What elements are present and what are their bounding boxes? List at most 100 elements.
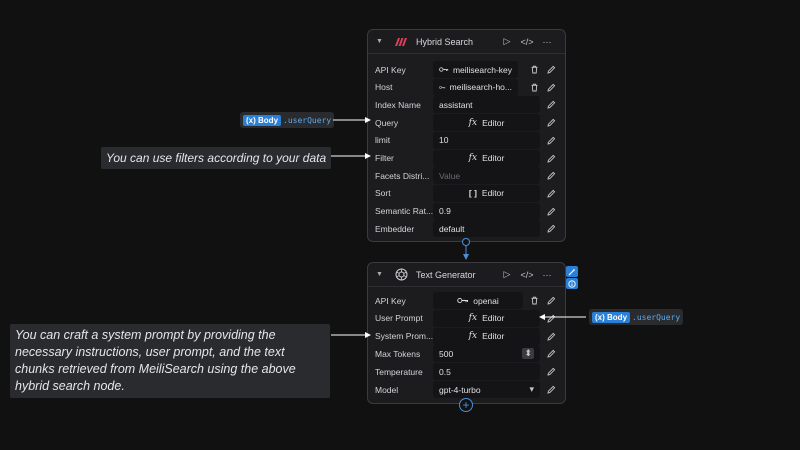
hybrid-filter-field[interactable]: fx Editor (433, 149, 540, 167)
field-value: 500 (439, 348, 454, 359)
edit-pencil-icon[interactable] (544, 329, 558, 343)
meilisearch-logo-icon (394, 35, 408, 49)
text-api-key-field[interactable]: openai (433, 292, 523, 309)
code-button[interactable]: </> (517, 37, 537, 47)
field-label: System Prom... (375, 331, 433, 342)
edit-pencil-icon[interactable] (544, 222, 558, 236)
text-system-prompt-field[interactable]: fx Editor (433, 327, 540, 345)
hybrid-row-api-key: API Key meilisearch-key (368, 61, 565, 78)
array-icon: [ ] (468, 188, 477, 199)
run-button[interactable]: ▷ (497, 36, 517, 47)
text-generator-node[interactable]: ▼ Text Generator ▷ </> ··· API Key openai… (367, 262, 566, 404)
field-value: Editor (482, 313, 505, 324)
edit-pencil-icon[interactable] (544, 63, 558, 77)
field-value: meilisearch-key (452, 64, 512, 75)
hybrid-embedder-field[interactable]: default (433, 220, 540, 238)
hybrid-row-embedder: Embedder default (368, 220, 565, 238)
field-value: 0.9 (439, 206, 451, 217)
chevron-down-icon[interactable]: ▾ (529, 384, 534, 395)
edit-pencil-icon[interactable] (544, 169, 558, 183)
field-value: gpt-4-turbo (439, 384, 481, 395)
field-value: Editor (482, 331, 505, 342)
variable-chip: (x) Body (243, 114, 282, 126)
more-button[interactable]: ··· (537, 37, 557, 47)
field-label: Facets Distri... (375, 170, 430, 181)
delete-icon[interactable] (527, 294, 541, 308)
hybrid-row-sort: Sort [ ] Editor (368, 184, 565, 202)
hybrid-semantic-ratio-field[interactable]: 0.9 (433, 202, 540, 220)
collapse-icon[interactable]: ▼ (376, 271, 390, 278)
text-row-system-prompt: System Prom... fx Editor (368, 327, 565, 345)
field-label: Model (375, 384, 399, 395)
hybrid-row-query: Query fx Editor (368, 114, 565, 132)
hybrid-facets-field[interactable]: Value (433, 167, 540, 185)
text-max-tokens-field[interactable]: 500 ⬍ (433, 345, 540, 363)
wand-icon (568, 268, 576, 275)
info-icon (568, 279, 576, 288)
field-value: Editor (482, 117, 505, 128)
annotation-filters: You can use filters according to your da… (101, 147, 332, 169)
annotation-system-prompt: You can craft a system prompt by providi… (10, 324, 330, 398)
variable-property: .userQuery (632, 312, 681, 322)
field-label: Semantic Rat... (375, 206, 433, 217)
field-value: openai (473, 295, 499, 306)
hybrid-search-node[interactable]: ▼ Hybrid Search ▷ </> ··· API Key meilise… (367, 29, 566, 242)
edit-pencil-icon[interactable] (544, 151, 558, 165)
hybrid-query-field[interactable]: fx Editor (433, 114, 540, 132)
edit-pencil-icon[interactable] (544, 204, 558, 218)
text-temperature-field[interactable]: 0.5 (433, 363, 540, 381)
delete-icon[interactable] (527, 63, 541, 77)
function-icon: fx (468, 117, 478, 128)
collapse-icon[interactable]: ▼ (376, 38, 390, 45)
run-button[interactable]: ▷ (497, 269, 517, 280)
magic-wand-button[interactable] (566, 266, 578, 277)
field-value: Editor (481, 188, 505, 199)
field-label: Max Tokens (375, 348, 421, 359)
code-button[interactable]: </> (517, 270, 537, 280)
hybrid-row-semantic-ratio: Semantic Rat... 0.9 (368, 202, 565, 220)
text-user-prompt-field[interactable]: fx Editor (433, 309, 540, 327)
field-value: Value (439, 170, 461, 181)
hybrid-host-field[interactable]: meilisearch-ho... (433, 78, 518, 96)
edit-pencil-icon[interactable] (544, 186, 558, 200)
hybrid-limit-field[interactable]: 10 (433, 131, 540, 149)
edit-pencil-icon[interactable] (544, 365, 558, 379)
stepper-icon[interactable]: ⬍ (522, 348, 534, 360)
hybrid-api-key-field[interactable]: meilisearch-key (433, 61, 518, 78)
field-label: Query (375, 117, 399, 128)
field-value: assistant (439, 99, 473, 110)
plus-icon: + (462, 398, 470, 412)
edit-pencil-icon[interactable] (544, 80, 558, 94)
hybrid-index-name-field[interactable]: assistant (433, 96, 540, 114)
field-label: Host (375, 82, 393, 93)
variable-property: .userQuery (283, 115, 332, 125)
edit-pencil-icon[interactable] (544, 383, 558, 397)
edit-pencil-icon[interactable] (544, 116, 558, 130)
text-model-field[interactable]: gpt-4-turbo ▾ (433, 381, 540, 398)
field-label: API Key (375, 295, 406, 306)
field-value: Editor (482, 153, 505, 163)
delete-icon[interactable] (527, 80, 541, 94)
function-icon: fx (468, 331, 478, 342)
edit-pencil-icon[interactable] (544, 311, 558, 325)
text-row-model: Model gpt-4-turbo ▾ (368, 381, 565, 398)
hybrid-search-header[interactable]: ▼ Hybrid Search ▷ </> ··· (368, 30, 565, 54)
field-label: Temperature (375, 366, 423, 377)
field-label: limit (375, 135, 391, 146)
more-button[interactable]: ··· (537, 270, 557, 280)
edit-pencil-icon[interactable] (544, 133, 558, 147)
field-value: 10 (439, 135, 449, 146)
add-node-button[interactable]: + (459, 398, 473, 412)
text-generator-header[interactable]: ▼ Text Generator ▷ </> ··· (368, 263, 565, 287)
edit-pencil-icon[interactable] (544, 347, 558, 361)
info-button[interactable] (566, 278, 578, 289)
edit-pencil-icon[interactable] (544, 294, 558, 308)
openai-logo-icon (394, 268, 408, 282)
edit-pencil-icon[interactable] (544, 98, 558, 112)
field-label: Index Name (375, 99, 421, 110)
hybrid-sort-field[interactable]: [ ] Editor (433, 184, 540, 202)
key-icon (439, 85, 446, 89)
variable-chip: (x) Body (592, 311, 631, 323)
node-title: Hybrid Search (416, 36, 474, 47)
hybrid-row-host: Host meilisearch-ho... (368, 78, 565, 96)
